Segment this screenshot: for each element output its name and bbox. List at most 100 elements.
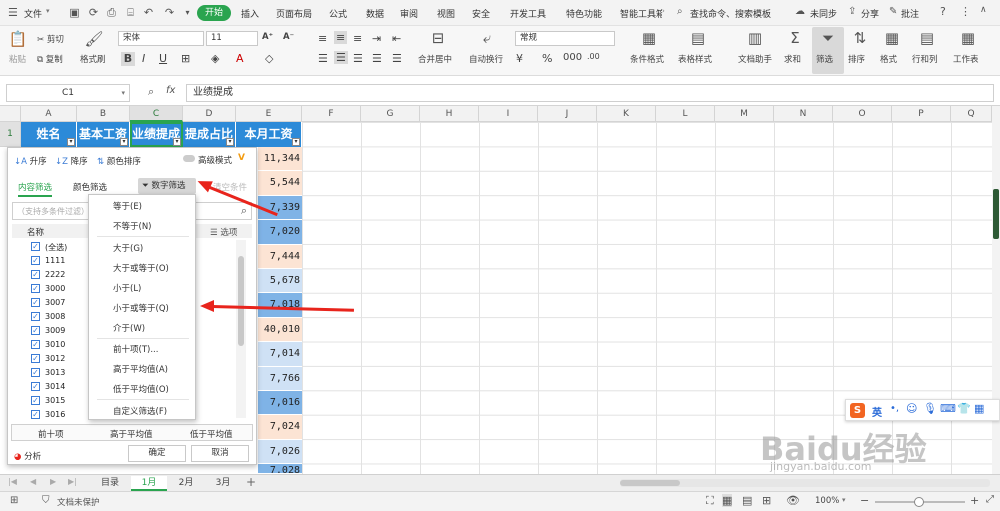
- monthly-salary-cell[interactable]: 7,024: [258, 415, 302, 440]
- menu-item-top10[interactable]: 前十项(T)...: [113, 343, 158, 355]
- sort-label[interactable]: 排序: [848, 53, 865, 65]
- fill-color-icon[interactable]: ◈: [211, 52, 219, 65]
- paste-label[interactable]: 粘贴: [9, 53, 26, 65]
- header-cell-base-salary[interactable]: 基本工资 ▾: [77, 122, 130, 147]
- monthly-salary-cell[interactable]: 7,028: [258, 464, 302, 475]
- conditional-format-label[interactable]: 条件格式: [630, 53, 664, 65]
- sheet-tab-jan[interactable]: 1月: [131, 476, 167, 491]
- format-label[interactable]: 格式: [880, 53, 897, 65]
- column-header-q[interactable]: Q: [951, 106, 992, 122]
- filter-dropdown-icon[interactable]: ▾: [226, 138, 234, 146]
- filter-dropdown-icon[interactable]: ▾: [120, 138, 128, 146]
- checkbox[interactable]: ✓: [31, 340, 40, 349]
- format-painter-icon[interactable]: 🖌: [84, 30, 104, 48]
- cut-button[interactable]: ✂ 剪切: [37, 33, 64, 45]
- checkbox[interactable]: ✓: [31, 354, 40, 363]
- menu-item-greater-equal[interactable]: 大于或等于(O): [113, 262, 169, 274]
- decimal-icon[interactable]: .00: [587, 52, 600, 61]
- scroll-thumb[interactable]: [993, 189, 999, 239]
- tab-smart-tools[interactable]: 智能工具箱: [620, 7, 662, 20]
- tab-insert[interactable]: 插入: [241, 7, 259, 20]
- bold-icon[interactable]: B: [121, 52, 135, 66]
- tab-page-layout[interactable]: 页面布局: [276, 7, 312, 20]
- align-top-icon[interactable]: ≡: [318, 32, 327, 45]
- scroll-thumb[interactable]: [620, 480, 680, 486]
- formula-input[interactable]: 业绩提成: [186, 84, 994, 102]
- column-header-p[interactable]: P: [892, 106, 951, 122]
- fx-icon[interactable]: fx: [166, 85, 175, 96]
- monthly-salary-cell[interactable]: 11,344: [258, 147, 302, 172]
- header-cell-monthly[interactable]: 本月工资 ▾: [236, 122, 302, 147]
- advanced-toggle[interactable]: [183, 155, 195, 162]
- chevron-down-icon[interactable]: ▾: [842, 496, 846, 504]
- checkbox[interactable]: ✓: [31, 270, 40, 279]
- doc-helper-icon[interactable]: ▥: [745, 29, 765, 47]
- filter-dropdown-icon[interactable]: ▾: [292, 138, 300, 146]
- worksheet-label[interactable]: 工作表: [953, 53, 979, 65]
- column-header-n[interactable]: N: [774, 106, 833, 122]
- sync-icon[interactable]: ⟳: [87, 6, 100, 19]
- collapse-icon[interactable]: ∧: [980, 5, 987, 15]
- sheet-tab-feb[interactable]: 2月: [168, 476, 204, 491]
- monthly-salary-cell[interactable]: 7,026: [258, 439, 302, 465]
- punctuation-icon[interactable]: •,: [890, 403, 899, 414]
- table-style-icon[interactable]: ▤: [688, 29, 708, 47]
- menu-item-less-equal[interactable]: 小于或等于(Q): [113, 302, 169, 314]
- underline-icon[interactable]: U: [159, 52, 167, 65]
- save-icon[interactable]: ▣: [68, 6, 81, 19]
- font-color-icon[interactable]: A: [236, 52, 244, 65]
- tab-review[interactable]: 审阅: [400, 7, 418, 20]
- print-icon[interactable]: ⎙: [105, 6, 118, 19]
- hamburger-icon[interactable]: ☰: [8, 6, 18, 19]
- column-header-b[interactable]: B: [77, 106, 130, 122]
- add-sheet-icon[interactable]: +: [246, 475, 256, 489]
- next-sheet-icon[interactable]: ▶: [50, 477, 56, 486]
- wrap-text-icon[interactable]: ⤶: [477, 29, 497, 47]
- align-middle-icon[interactable]: ≡: [334, 31, 348, 44]
- tab-home[interactable]: 开始: [197, 5, 231, 21]
- table-style-label[interactable]: 表格样式: [678, 53, 712, 65]
- border-icon[interactable]: ⊞: [181, 52, 190, 65]
- checkbox[interactable]: ✓: [31, 368, 40, 377]
- analysis-button[interactable]: ◕ 分析: [14, 450, 41, 462]
- filter-label[interactable]: 筛选: [816, 53, 833, 65]
- monthly-salary-cell[interactable]: 40,010: [258, 317, 302, 343]
- skin-icon[interactable]: 👕: [957, 402, 971, 415]
- preview-icon[interactable]: ⌸: [124, 6, 137, 19]
- outdent-icon[interactable]: ⇤: [392, 32, 401, 45]
- monthly-salary-cell[interactable]: 7,020: [258, 220, 302, 245]
- checkbox[interactable]: ✓: [31, 396, 40, 405]
- search-icon[interactable]: ⌕: [677, 6, 683, 17]
- last-sheet-icon[interactable]: ▶|: [68, 477, 77, 486]
- dots-icon[interactable]: ⋮: [960, 5, 971, 18]
- sort-desc-button[interactable]: ↓Z 降序: [55, 155, 88, 167]
- checkbox[interactable]: ✓: [31, 326, 40, 335]
- zoom-out-icon[interactable]: −: [860, 494, 869, 507]
- menu-item-below-average[interactable]: 低于平均值(O): [113, 383, 169, 395]
- merge-center-label[interactable]: 合并居中: [418, 53, 452, 65]
- name-box[interactable]: C1 ▾: [6, 84, 130, 102]
- row-col-label[interactable]: 行和列: [912, 53, 938, 65]
- share-button[interactable]: 分享: [861, 7, 879, 20]
- keyboard-icon[interactable]: ⌨: [940, 402, 956, 415]
- header-cell-name[interactable]: 姓名 ▾: [21, 122, 77, 147]
- ime-mode[interactable]: 英: [872, 404, 882, 419]
- zoom-level[interactable]: 100%: [815, 496, 839, 506]
- sheet-tab-mar[interactable]: 3月: [205, 476, 241, 491]
- menu-item-custom[interactable]: 自定义筛选(F): [113, 405, 167, 417]
- clear-icon[interactable]: ◇: [265, 52, 273, 65]
- comment-button[interactable]: 批注: [901, 7, 919, 20]
- filter-icon[interactable]: ⏷: [818, 29, 838, 47]
- sort-icon[interactable]: ⇅: [850, 29, 870, 47]
- sum-label[interactable]: 求和: [784, 53, 801, 65]
- page-break-icon[interactable]: ⊞: [762, 494, 771, 507]
- checkbox[interactable]: ✓: [31, 298, 40, 307]
- align-left-icon[interactable]: ☰: [318, 52, 328, 65]
- sheet-tab-index[interactable]: 目录: [92, 476, 128, 491]
- align-bottom-icon[interactable]: ≡: [353, 32, 362, 45]
- font-shrink-icon[interactable]: A⁻: [283, 32, 294, 42]
- percent-icon[interactable]: %: [542, 52, 552, 65]
- undo-icon[interactable]: ↶: [142, 6, 155, 19]
- sync-status[interactable]: 未同步: [810, 7, 837, 20]
- copy-button[interactable]: ⧉ 复制: [37, 53, 63, 65]
